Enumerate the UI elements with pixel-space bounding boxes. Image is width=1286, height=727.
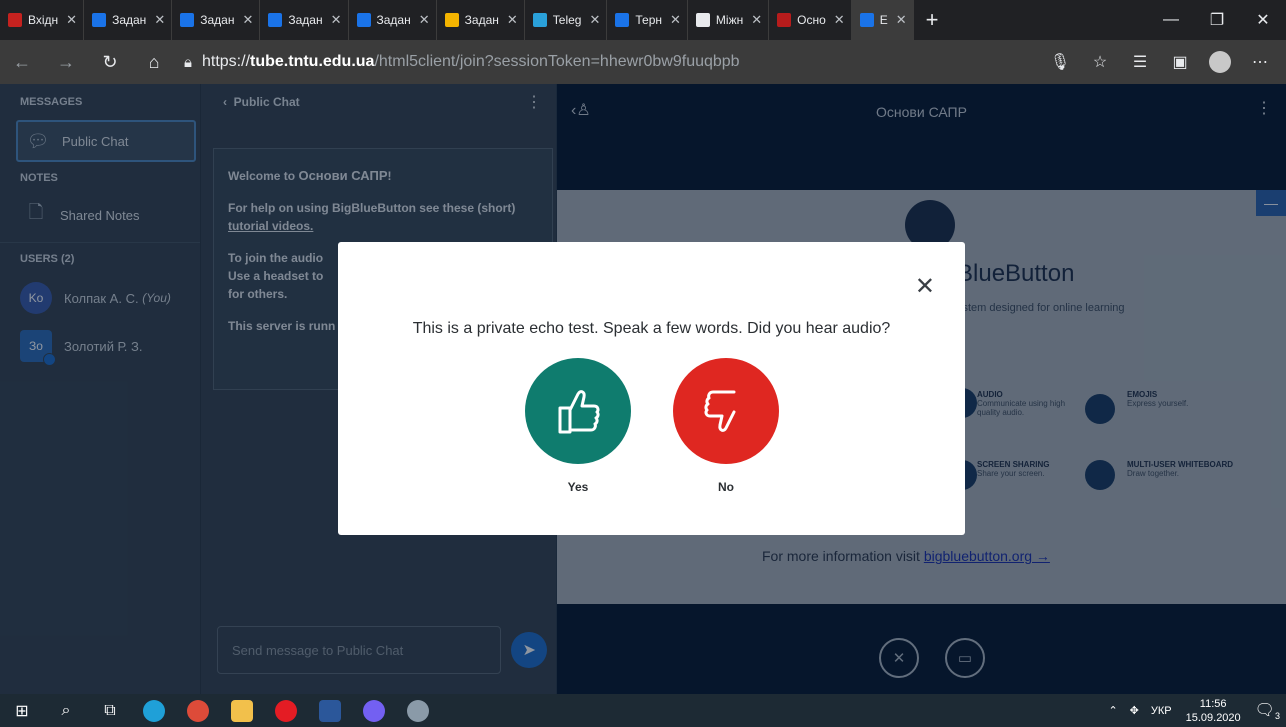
browser-tab[interactable]: Осно ✕ — [769, 0, 852, 40]
favorite-star-icon[interactable]: ☆ — [1080, 52, 1120, 72]
notifications-icon[interactable]: 🗨︎3 — [1255, 700, 1280, 721]
close-window-icon[interactable]: ✕ — [1240, 0, 1286, 40]
tab-label: Вхідн — [28, 13, 59, 27]
tab-label: Терн — [635, 13, 663, 27]
url-host: tube.tntu.edu.ua — [250, 53, 375, 70]
tab-label: Teleg — [552, 13, 582, 27]
browser-tab[interactable]: Задан ✕ — [260, 0, 349, 40]
opera-icon[interactable] — [264, 694, 308, 727]
yes-label: Yes — [567, 480, 589, 494]
windows-taskbar: ⊞ ⌕ ⧉ ⌃ ✥ УКР 11:56 15.09.2020 🗨︎3 — [0, 694, 1286, 727]
tab-label: Е — [879, 13, 888, 27]
chrome-icon[interactable] — [176, 694, 220, 727]
url-field[interactable]: 🔒︎ https://tube.tntu.edu.ua/html5client/… — [184, 53, 740, 71]
dropbox-icon[interactable]: ✥ — [1130, 704, 1139, 717]
restore-icon[interactable]: ❐ — [1194, 0, 1240, 40]
tab-close-icon[interactable]: ✕ — [834, 12, 845, 28]
thumbs-down-icon — [704, 390, 736, 432]
no-circle[interactable] — [673, 358, 779, 464]
browser-tab[interactable]: Задан ✕ — [84, 0, 173, 40]
collections-icon[interactable]: ▣ — [1160, 52, 1200, 72]
favorites-list-icon[interactable]: ☰ — [1120, 52, 1160, 72]
lock-icon: 🔒︎ — [184, 53, 192, 71]
tab-close-icon[interactable]: ✕ — [242, 12, 253, 28]
browser-tab[interactable]: Teleg ✕ — [525, 0, 608, 40]
yes-button[interactable]: Yes — [525, 358, 631, 494]
site-icon — [615, 13, 630, 27]
paint-icon[interactable] — [396, 694, 440, 727]
classroom-icon — [444, 13, 459, 27]
back-icon[interactable]: ← — [0, 52, 44, 73]
close-modal-icon[interactable]: ✕ — [915, 272, 935, 301]
tab-close-icon[interactable]: ✕ — [331, 12, 342, 28]
more-menu-icon[interactable]: ⋯ — [1240, 52, 1280, 72]
edge-icon[interactable] — [132, 694, 176, 727]
classroom-icon — [92, 13, 107, 27]
url-path: /html5client/join?sessionToken=hhewr0bw9… — [374, 53, 740, 70]
clock[interactable]: 11:56 15.09.2020 — [1186, 697, 1241, 725]
address-bar: ← → ↻ ⌂ 🔒︎ https://tube.tntu.edu.ua/html… — [0, 40, 1286, 84]
tab-label: Осно — [797, 13, 826, 27]
tab-close-icon[interactable]: ✕ — [507, 12, 518, 28]
browser-tab-bar: Вхідн ✕ Задан ✕ Задан ✕ Задан ✕ Задан ✕ Задан ✕ Tele… — [0, 0, 1286, 40]
browser-tab[interactable]: Задан ✕ — [437, 0, 525, 40]
minimize-icon[interactable]: — — [1148, 0, 1194, 40]
viber-icon[interactable] — [352, 694, 396, 727]
home-icon[interactable]: ⌂ — [132, 52, 176, 73]
profile-avatar-icon[interactable] — [1209, 51, 1231, 73]
bbb-icon — [859, 13, 874, 27]
clock-date: 15.09.2020 — [1185, 711, 1241, 724]
word-icon[interactable] — [308, 694, 352, 727]
windows-start-icon[interactable]: ⊞ — [0, 694, 44, 727]
browser-tab[interactable]: Міжн ✕ — [688, 0, 770, 40]
language-indicator[interactable]: УКР — [1151, 705, 1172, 717]
microphone-icon[interactable]: 🎙︎ — [1040, 52, 1080, 72]
yes-circle[interactable] — [525, 358, 631, 464]
clock-time: 11:56 — [1199, 697, 1227, 710]
tab-label: Задан — [112, 13, 147, 27]
echo-test-question: This is a private echo test. Speak a few… — [412, 320, 891, 337]
tab-label: Задан — [376, 13, 411, 27]
tab-close-icon[interactable]: ✕ — [154, 12, 165, 28]
task-view-icon[interactable]: ⧉ — [88, 694, 132, 727]
browser-tab[interactable]: Е ✕ — [851, 0, 914, 40]
reload-icon[interactable]: ↻ — [88, 52, 132, 73]
echo-test-modal: ✕ This is a private echo test. Speak a f… — [338, 242, 965, 535]
show-hidden-icons-icon[interactable]: ⌃ — [1108, 704, 1117, 717]
tab-label: Задан — [200, 13, 235, 27]
tab-label: Задан — [464, 13, 499, 27]
browser-tab[interactable]: Задан ✕ — [349, 0, 437, 40]
tab-close-icon[interactable]: ✕ — [66, 12, 77, 28]
tab-close-icon[interactable]: ✕ — [751, 12, 762, 28]
no-label: No — [718, 480, 734, 494]
classroom-icon — [268, 13, 283, 27]
search-icon[interactable]: ⌕ — [44, 694, 88, 727]
tab-close-icon[interactable]: ✕ — [670, 12, 681, 28]
telegram-icon — [532, 13, 547, 27]
url-scheme: https:// — [201, 53, 251, 70]
tab-label: Задан — [288, 13, 323, 27]
system-tray: ⌃ ✥ УКР 11:56 15.09.2020 🗨︎3 — [1102, 694, 1286, 727]
gmail-icon — [8, 13, 22, 27]
new-tab-button[interactable]: + — [914, 7, 951, 33]
forward-icon[interactable]: → — [44, 52, 88, 73]
file-explorer-icon[interactable] — [220, 694, 264, 727]
browser-tab[interactable]: Вхідн ✕ — [0, 0, 85, 40]
globe-icon — [695, 13, 710, 27]
window-controls: — ❐ ✕ — [1148, 0, 1286, 40]
site-icon — [777, 13, 792, 27]
browser-tab[interactable]: Терн ✕ — [607, 0, 688, 40]
tab-close-icon[interactable]: ✕ — [896, 12, 907, 28]
classroom-icon — [180, 13, 195, 27]
tab-label: Міжн — [715, 13, 744, 27]
classroom-icon — [356, 13, 371, 27]
no-button[interactable]: No — [673, 358, 779, 494]
tab-close-icon[interactable]: ✕ — [419, 12, 430, 28]
tab-close-icon[interactable]: ✕ — [589, 12, 600, 28]
notification-count: 3 — [1274, 711, 1280, 722]
browser-tab[interactable]: Задан ✕ — [172, 0, 261, 40]
thumbs-up-icon — [558, 390, 600, 434]
